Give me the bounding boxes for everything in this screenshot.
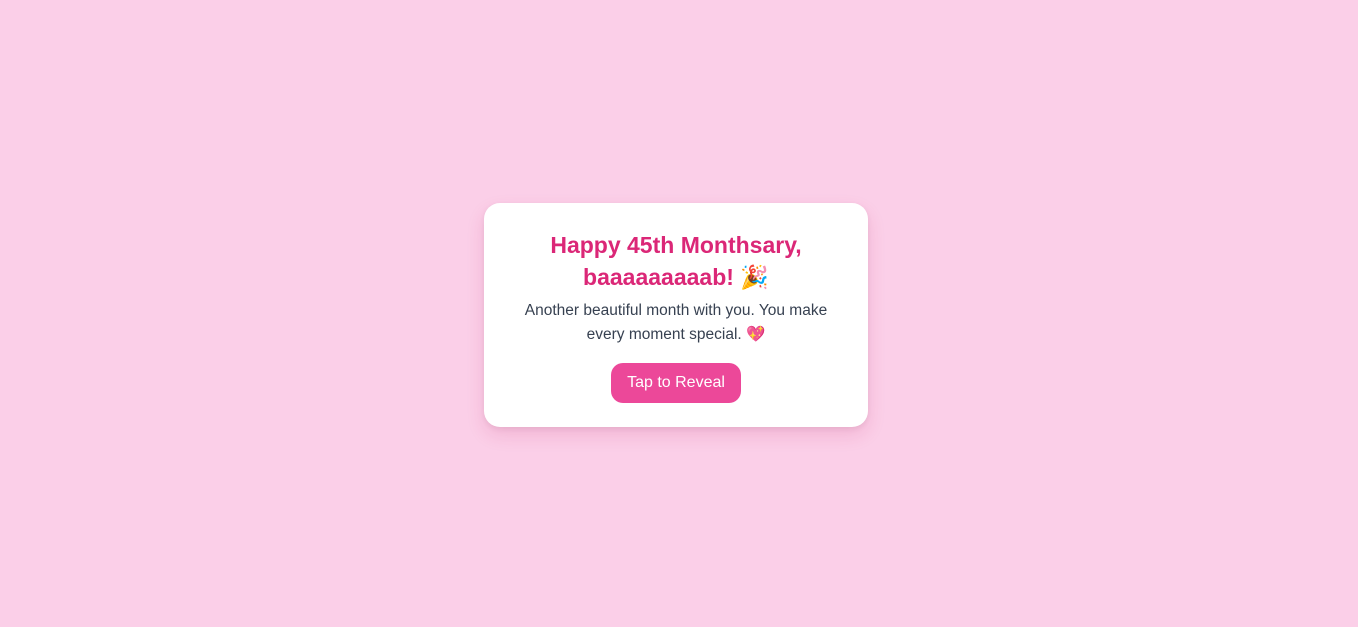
card-message: Another beautiful month with you. You ma… xyxy=(512,299,840,347)
tap-to-reveal-button[interactable]: Tap to Reveal xyxy=(611,363,741,403)
card-message-text: Another beautiful month with you. You ma… xyxy=(524,302,828,343)
heart-icon: 💖 xyxy=(746,326,766,343)
card-title: Happy 45th Monthsary, baaaaaaaaab! 🎉 xyxy=(512,229,840,293)
card-title-line1: Happy 45th Monthsary, xyxy=(550,232,802,258)
card-title-line2: baaaaaaaaab! xyxy=(583,264,734,290)
party-popper-icon: 🎉 xyxy=(740,264,769,290)
monthsary-card: Happy 45th Monthsary, baaaaaaaaab! 🎉 Ano… xyxy=(484,203,868,427)
